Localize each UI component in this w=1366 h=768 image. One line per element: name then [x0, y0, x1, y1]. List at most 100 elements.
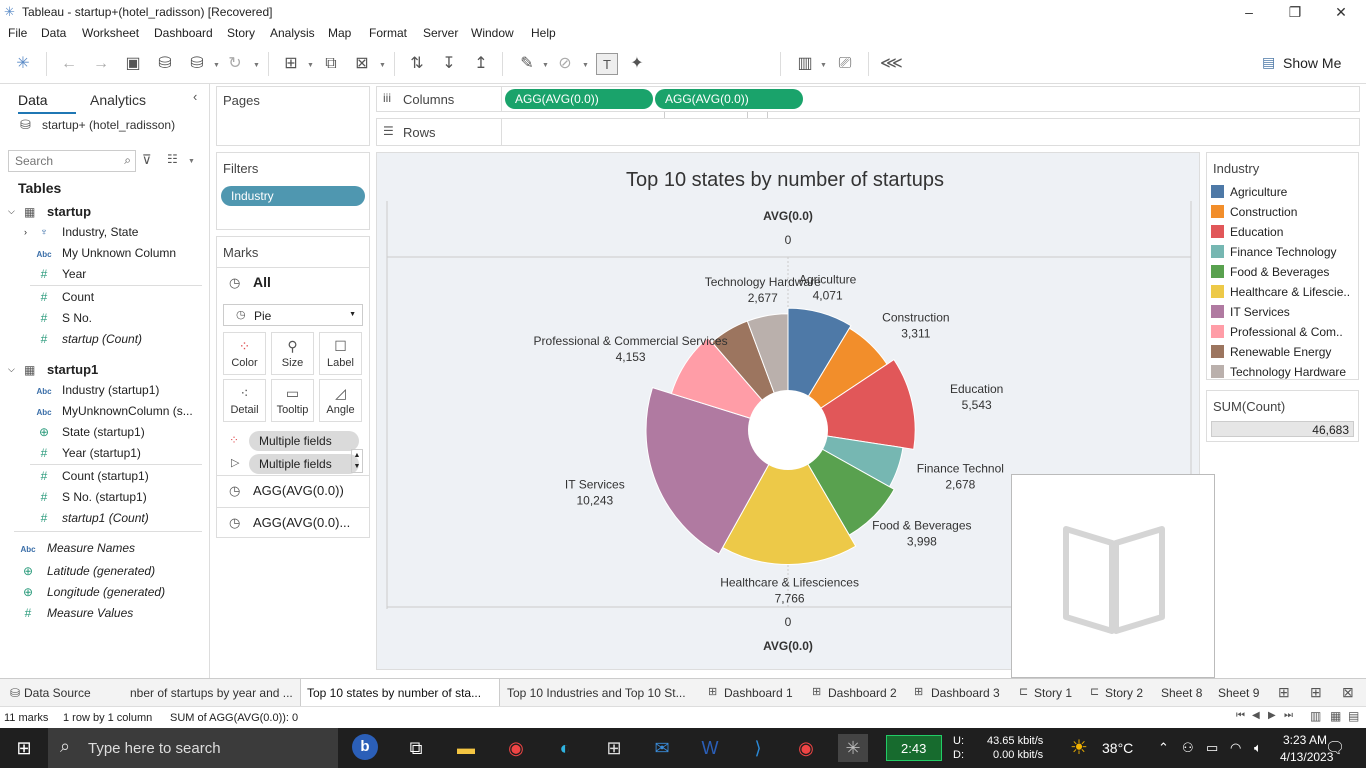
- menu-map[interactable]: Map: [328, 26, 351, 40]
- chevron-right-icon[interactable]: ›: [24, 227, 27, 237]
- search-input[interactable]: [15, 152, 115, 170]
- legend-item[interactable]: Construction: [1211, 205, 1297, 219]
- legend-item[interactable]: Professional & Com..: [1211, 325, 1343, 339]
- new-worksheet-icon[interactable]: ⊞: [280, 53, 302, 75]
- microsoft-store-icon[interactable]: ⊞: [599, 734, 629, 762]
- columns-pill-1[interactable]: AGG(AVG(0.0)): [505, 89, 653, 109]
- legend-item[interactable]: Healthcare & Lifescie..: [1211, 285, 1350, 299]
- chrome-icon[interactable]: ◉: [501, 734, 531, 762]
- field-latitude-generated[interactable]: Latitude (generated): [47, 564, 155, 578]
- field-s-no[interactable]: S No.: [62, 311, 92, 325]
- menu-format[interactable]: Format: [369, 26, 407, 40]
- pause-updates-icon[interactable]: ⛁: [186, 53, 208, 75]
- tab-dashboard-1[interactable]: Dashboard 1: [724, 679, 798, 707]
- prev-sheet-icon[interactable]: ◀: [1252, 710, 1260, 721]
- restore-button[interactable]: ❐: [1272, 2, 1318, 22]
- battery-icon[interactable]: ▭: [1206, 740, 1218, 756]
- color-pill-multiple-fields[interactable]: Multiple fields: [249, 431, 359, 451]
- fix-axes-icon[interactable]: ✦: [626, 53, 648, 75]
- word-icon[interactable]: W: [695, 734, 725, 762]
- field-s-no-startup1[interactable]: S No. (startup1): [62, 490, 147, 504]
- pages-shelf[interactable]: Pages: [216, 86, 370, 146]
- tab-sheet-8[interactable]: Sheet 8: [1161, 679, 1211, 707]
- chevron-down-icon[interactable]: ⌵: [8, 364, 15, 375]
- mark-type-select[interactable]: ◷ Pie ▼: [223, 304, 363, 326]
- legend-item[interactable]: Food & Beverages: [1211, 265, 1329, 279]
- menu-dashboard[interactable]: Dashboard: [154, 26, 213, 40]
- color-button[interactable]: ⁘ Color: [223, 332, 266, 375]
- columns-pill-2[interactable]: AGG(AVG(0.0)): [655, 89, 803, 109]
- clear-sheet-icon[interactable]: ⊠: [351, 53, 373, 75]
- menu-story[interactable]: Story: [227, 26, 255, 40]
- group-members-icon[interactable]: ⊘: [554, 53, 576, 75]
- bing-icon[interactable]: b: [352, 734, 378, 760]
- legend-item[interactable]: Finance Technology: [1211, 245, 1337, 259]
- chevron-down-icon[interactable]: ⌵: [8, 206, 15, 217]
- vscode-icon[interactable]: ⟩: [743, 734, 773, 762]
- highlight-icon[interactable]: ✎: [516, 53, 538, 75]
- legend-item[interactable]: Agriculture: [1211, 185, 1287, 199]
- refresh-icon[interactable]: ↻: [224, 53, 246, 75]
- grid-view-icon[interactable]: ▦: [1330, 709, 1341, 723]
- marks-scrollbar[interactable]: ▲ ▼: [351, 449, 363, 473]
- list-view-icon[interactable]: ☷: [167, 152, 178, 166]
- chevron-down-icon[interactable]: ▼: [213, 62, 220, 69]
- field-startup1-count[interactable]: startup1 (Count): [62, 511, 149, 525]
- duplicate-sheet-icon[interactable]: ⧉: [320, 53, 342, 75]
- file-explorer-icon[interactable]: ▬: [451, 734, 481, 762]
- tab-sheet-top10-industries[interactable]: Top 10 Industries and Top 10 St...: [507, 679, 697, 707]
- tab-dashboard-3[interactable]: Dashboard 3: [931, 679, 1005, 707]
- field-longitude-generated[interactable]: Longitude (generated): [47, 585, 165, 599]
- chevron-down-icon[interactable]: ▼: [307, 62, 314, 69]
- sum-count-bar[interactable]: 46,683: [1211, 421, 1354, 437]
- tab-sheet-9[interactable]: Sheet 9: [1218, 679, 1268, 707]
- table-startup1[interactable]: startup1: [47, 362, 98, 377]
- tab-data[interactable]: Data: [18, 88, 76, 114]
- filter-pill-industry[interactable]: Industry: [221, 186, 365, 206]
- undo-icon[interactable]: ←: [58, 53, 80, 75]
- menu-file[interactable]: File: [8, 26, 27, 40]
- filter-icon[interactable]: ⊽: [142, 152, 152, 168]
- menu-worksheet[interactable]: Worksheet: [82, 26, 139, 40]
- windows-start-icon[interactable]: ⊞: [9, 734, 39, 762]
- show-mark-labels-icon[interactable]: T: [596, 53, 618, 75]
- marks-measure-1[interactable]: AGG(AVG(0.0)): [253, 483, 344, 498]
- task-view-icon[interactable]: ⧉: [401, 734, 431, 762]
- redo-icon[interactable]: →: [90, 53, 112, 75]
- presentation-mode-icon[interactable]: ⎚: [834, 53, 856, 75]
- angle-pill-multiple-fields[interactable]: Multiple fields: [249, 454, 359, 474]
- tab-list-icon[interactable]: ▤: [1348, 709, 1359, 723]
- tab-story-2[interactable]: Story 2: [1105, 679, 1151, 707]
- new-dashboard-icon[interactable]: ⊞: [1310, 684, 1322, 701]
- next-sheet-icon[interactable]: ▶: [1268, 710, 1276, 721]
- weather-icon[interactable]: ☀: [1070, 735, 1088, 760]
- mail-icon[interactable]: ✉: [647, 734, 677, 762]
- menu-server[interactable]: Server: [423, 26, 458, 40]
- menu-window[interactable]: Window: [471, 26, 514, 40]
- tab-sheet-top10-states[interactable]: Top 10 states by number of sta...: [300, 679, 500, 707]
- tooltip-button[interactable]: ▭ Tooltip: [271, 379, 314, 422]
- field-year[interactable]: Year: [62, 267, 86, 281]
- columns-shelf[interactable]: iii Columns AGG(AVG(0.0)) AGG(AVG(0.0)): [376, 86, 1360, 112]
- field-my-unknown-column[interactable]: My Unknown Column: [62, 246, 176, 260]
- close-button[interactable]: ✕: [1318, 2, 1364, 22]
- last-sheet-icon[interactable]: ⏭: [1284, 710, 1293, 721]
- field-count-startup1[interactable]: Count (startup1): [62, 469, 149, 483]
- chevron-down-icon[interactable]: ▼: [582, 62, 589, 69]
- tab-sheet-startups-by-year[interactable]: nber of startups by year and ...: [130, 679, 298, 707]
- show-cards-icon[interactable]: ▥: [794, 53, 816, 75]
- search-box[interactable]: ⌕: [8, 150, 136, 172]
- field-industry-state[interactable]: Industry, State: [62, 225, 138, 239]
- tab-story-1[interactable]: Story 1: [1034, 679, 1080, 707]
- sort-descending-icon[interactable]: ↥: [470, 53, 492, 75]
- film-strip-icon[interactable]: ▥: [1310, 709, 1321, 723]
- marks-measure-2[interactable]: AGG(AVG(0.0)...: [253, 515, 350, 530]
- tableau-taskbar-icon[interactable]: ✳: [838, 734, 868, 762]
- wifi-icon[interactable]: ◠: [1230, 740, 1241, 756]
- battery-widget[interactable]: 2:43: [886, 735, 942, 761]
- field-count[interactable]: Count: [62, 290, 94, 304]
- field-state-startup1[interactable]: State (startup1): [62, 425, 145, 439]
- detail-button[interactable]: ⁖ Detail: [223, 379, 266, 422]
- chrome-icon[interactable]: ◉: [791, 734, 821, 762]
- marks-all[interactable]: All: [253, 274, 271, 290]
